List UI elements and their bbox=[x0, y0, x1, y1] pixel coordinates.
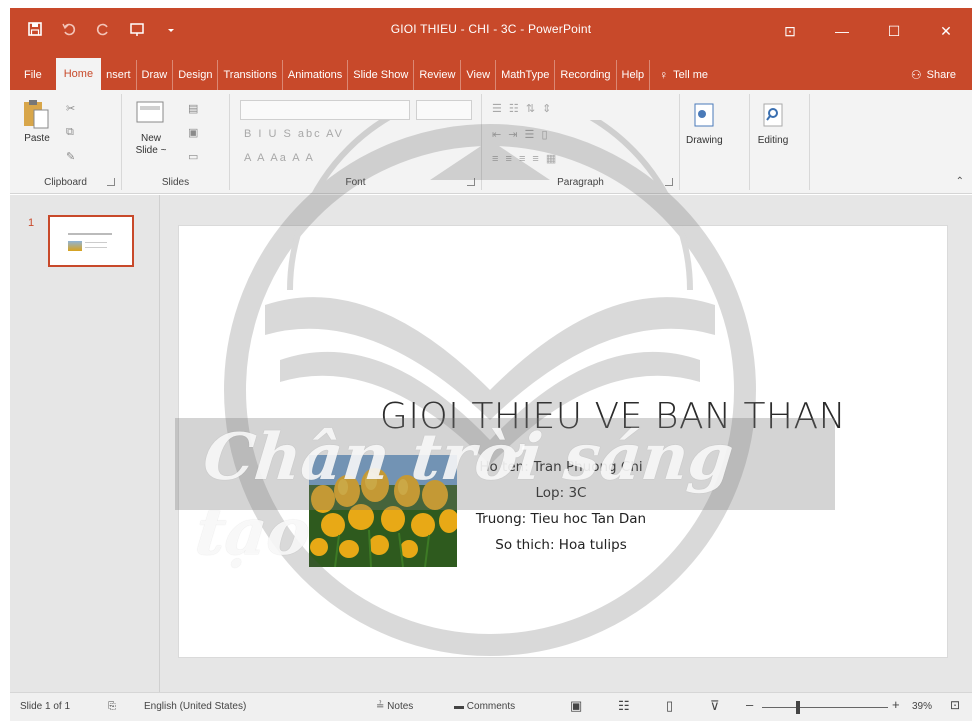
share-label: Share bbox=[926, 69, 956, 81]
editing-button[interactable]: Editing bbox=[756, 100, 790, 147]
tell-me-label: Tell me bbox=[673, 69, 708, 81]
paragraph-dialog-launcher[interactable] bbox=[665, 178, 673, 186]
share-person-icon: ⚇ bbox=[910, 68, 922, 82]
font-format-icons[interactable]: B I U S abc AV bbox=[244, 128, 344, 140]
list-icons[interactable]: ☰ ☷ ⇅ ⇕ bbox=[492, 102, 553, 115]
slide-title[interactable]: GIOI THIEU VE BAN THAN bbox=[179, 396, 947, 437]
font-name-combobox[interactable] bbox=[240, 100, 410, 120]
lightbulb-icon: ♀ bbox=[659, 68, 669, 82]
paste-button[interactable]: Paste bbox=[20, 98, 54, 145]
copy-icon[interactable]: ⧉ bbox=[66, 126, 84, 140]
zoom-level[interactable]: 39% bbox=[912, 701, 932, 712]
tab-animations[interactable]: Animations bbox=[283, 60, 349, 90]
minimize-button[interactable]: — bbox=[816, 8, 868, 54]
font-color-icons[interactable]: A A Aa A A bbox=[244, 152, 315, 164]
tab-draw[interactable]: Draw bbox=[137, 60, 174, 90]
font-group-label: Font bbox=[345, 177, 366, 188]
collapse-ribbon-icon[interactable]: ⌃ bbox=[956, 176, 964, 187]
slides-group-label: Slides bbox=[161, 177, 190, 188]
tab-recording[interactable]: Recording bbox=[555, 60, 617, 90]
clipboard-group-label: Clipboard bbox=[44, 177, 87, 188]
new-slide-label-1: New bbox=[140, 133, 161, 144]
zoom-slider-thumb[interactable] bbox=[796, 701, 800, 714]
tab-design[interactable]: Design bbox=[173, 60, 219, 90]
slide-thumbnail-pane: 1 bbox=[10, 195, 160, 692]
drawing-button[interactable]: Drawing bbox=[686, 100, 723, 147]
status-bar: Slide 1 of 1 ⎘ English (United States) ≟… bbox=[10, 692, 972, 721]
font-dialog-launcher[interactable] bbox=[467, 178, 475, 186]
info-line-hobby: So thich: Hoa tulips bbox=[495, 537, 627, 553]
align-icons[interactable]: ≡ ≡ ≡ ≡ ▦ bbox=[492, 152, 558, 165]
format-painter-icon[interactable]: ✎ bbox=[66, 150, 84, 164]
drawing-label: Drawing bbox=[686, 135, 723, 146]
tab-review[interactable]: Review bbox=[414, 60, 462, 90]
paste-label: Paste bbox=[24, 133, 50, 144]
tab-file[interactable]: File bbox=[10, 60, 56, 90]
notes-label: Notes bbox=[387, 701, 414, 712]
tulip-photo[interactable] bbox=[309, 455, 457, 567]
ribbon: Paste ✂ ⧉ ✎ Clipboard New Slide ~ ▤ ▣ ▭ … bbox=[10, 90, 972, 194]
new-slide-button[interactable]: New Slide ~ bbox=[134, 98, 168, 157]
font-size-combobox[interactable] bbox=[416, 100, 472, 120]
ribbon-display-options-button[interactable]: ⊡ bbox=[764, 8, 816, 54]
indent-icons[interactable]: ⇤ ⇥ ☰ ▯ bbox=[492, 128, 550, 141]
editing-group: Editing bbox=[750, 94, 810, 190]
tab-insert[interactable]: nsert bbox=[101, 60, 137, 90]
comments-button[interactable]: ▬ Comments bbox=[454, 701, 515, 712]
tab-mathtype[interactable]: MathType bbox=[496, 60, 556, 90]
share-button[interactable]: ⚇ Share bbox=[906, 60, 972, 90]
editing-label: Editing bbox=[757, 135, 789, 146]
thumbnail-text bbox=[85, 242, 107, 248]
fit-to-window-icon[interactable]: ⊡ bbox=[950, 698, 960, 712]
paragraph-group: ☰ ☷ ⇅ ⇕ ⇤ ⇥ ☰ ▯ ≡ ≡ ≡ ≡ ▦ Paragraph bbox=[482, 94, 680, 190]
slide-canvas[interactable]: GIOI THIEU VE BAN THAN Ho ten: Tran Phuo… bbox=[178, 225, 948, 658]
student-info[interactable]: Ho ten: Tran Phuong Chi Lop: 3C Truong: … bbox=[461, 454, 661, 558]
maximize-button[interactable]: ☐ bbox=[868, 8, 920, 54]
zoom-in-button[interactable]: + bbox=[892, 697, 900, 712]
new-slide-icon bbox=[136, 101, 164, 123]
cut-icon[interactable]: ✂ bbox=[66, 102, 84, 116]
clipboard-group: Paste ✂ ⧉ ✎ Clipboard bbox=[10, 94, 122, 190]
zoom-slider[interactable] bbox=[762, 707, 888, 708]
thumbnail-title-line bbox=[68, 233, 112, 235]
tab-home[interactable]: Home bbox=[55, 58, 102, 90]
section-icon[interactable]: ▭ bbox=[188, 150, 206, 164]
tab-view[interactable]: View bbox=[461, 60, 497, 90]
paste-icon bbox=[24, 100, 49, 129]
layout-icon[interactable]: ▤ bbox=[188, 102, 206, 116]
info-line-school: Truong: Tieu hoc Tan Dan bbox=[475, 511, 647, 527]
slide-count: Slide 1 of 1 bbox=[20, 701, 71, 712]
drawing-group: Drawing bbox=[680, 94, 750, 190]
tab-slideshow[interactable]: Slide Show bbox=[348, 60, 415, 90]
reading-view-icon[interactable]: ▯ bbox=[666, 698, 673, 714]
info-line-class: Lop: 3C bbox=[535, 485, 587, 501]
slide-thumbnail[interactable] bbox=[48, 215, 134, 267]
new-slide-label-2: Slide ~ bbox=[135, 145, 167, 156]
slides-group: New Slide ~ ▤ ▣ ▭ Slides bbox=[122, 94, 230, 190]
tab-transitions[interactable]: Transitions bbox=[218, 60, 283, 90]
reset-icon[interactable]: ▣ bbox=[188, 126, 206, 140]
title-bar: GIOI THIEU - CHI - 3C - PowerPoint ⊡ — ☐… bbox=[10, 8, 972, 54]
language-indicator[interactable]: English (United States) bbox=[144, 701, 246, 712]
find-icon bbox=[763, 103, 783, 127]
normal-view-icon[interactable]: ▣ bbox=[570, 698, 582, 714]
slide-sorter-icon[interactable]: ☷ bbox=[618, 698, 630, 714]
notes-button[interactable]: ≟ Notes bbox=[376, 701, 413, 712]
zoom-out-button[interactable]: – bbox=[746, 697, 753, 712]
slideshow-view-icon[interactable]: ⊽ bbox=[710, 698, 720, 714]
clipboard-dialog-launcher[interactable] bbox=[107, 178, 115, 186]
ribbon-tabs: File Home nsert Draw Design Transitions … bbox=[10, 54, 972, 90]
tell-me-search[interactable]: ♀ Tell me bbox=[654, 60, 713, 90]
thumbnail-number: 1 bbox=[28, 217, 35, 229]
spelling-icon[interactable]: ⎘ bbox=[108, 701, 116, 712]
comments-label: Comments bbox=[466, 701, 516, 712]
info-line-name: Ho ten: Tran Phuong Chi bbox=[479, 459, 643, 475]
paragraph-group-label: Paragraph bbox=[557, 177, 604, 188]
tab-help[interactable]: Help bbox=[617, 60, 651, 90]
workspace: 1 GIOI THIEU VE BAN THAN Ho ten: Tran Ph… bbox=[10, 195, 972, 692]
close-button[interactable]: ✕ bbox=[920, 8, 972, 54]
thumbnail-image bbox=[68, 241, 82, 251]
shapes-icon bbox=[694, 103, 714, 127]
font-group: B I U S abc AV A A Aa A A Font bbox=[230, 94, 482, 190]
